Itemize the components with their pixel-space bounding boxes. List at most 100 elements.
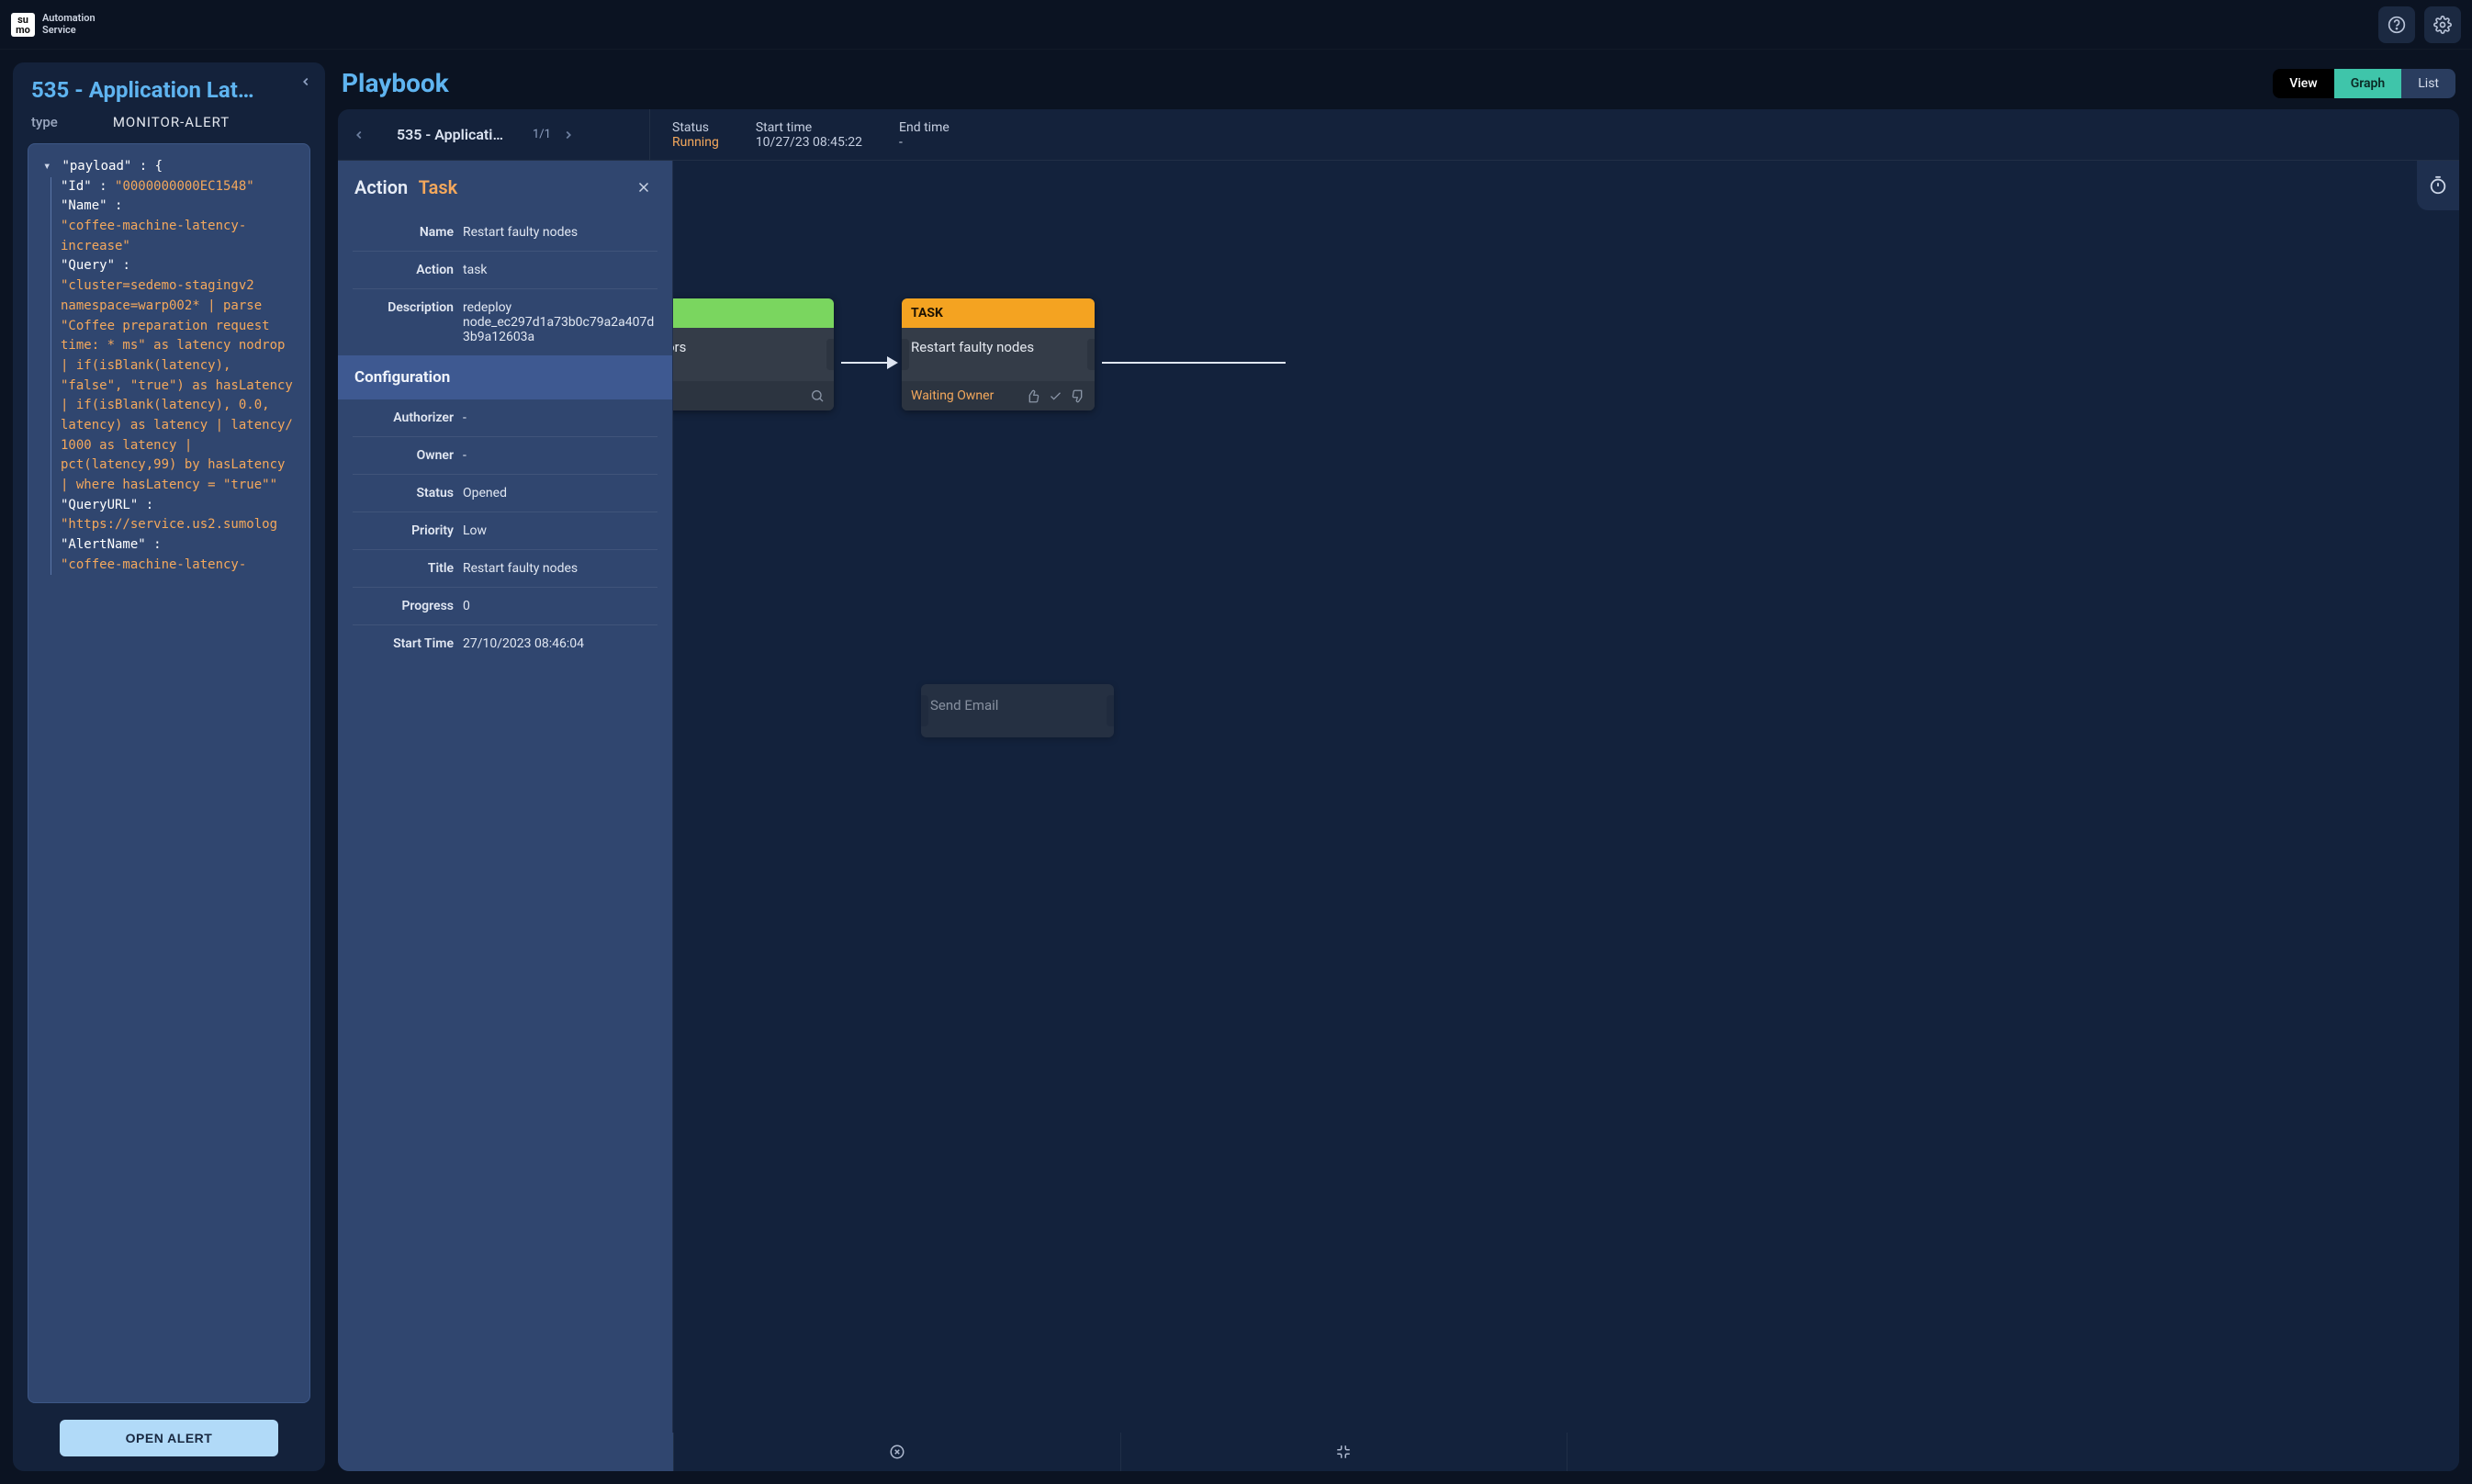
node-state: Waiting Owner	[911, 388, 994, 403]
topbar: su mo Automation Service	[0, 0, 2472, 50]
detail-row-key: Progress	[353, 599, 454, 613]
check-icon[interactable]	[1049, 389, 1062, 403]
detail-row-value: Low	[463, 523, 657, 538]
footer-spacer	[338, 1433, 673, 1471]
node-port-out[interactable]	[1087, 339, 1095, 370]
detail-row: NameRestart faulty nodes	[353, 214, 657, 252]
detail-rows-primary: NameRestart faulty nodesActiontaskDescri…	[338, 214, 672, 355]
detail-row-key: Authorizer	[353, 410, 454, 425]
playbook-footer	[338, 1433, 2459, 1471]
brand: su mo Automation Service	[11, 13, 96, 37]
payload-tree: "Id" : "0000000000EC1548""Name" :"coffee…	[51, 177, 300, 576]
main: 535 - Application Late… type MONITOR-ALE…	[0, 50, 2472, 1484]
node-port-in[interactable]	[902, 339, 909, 370]
playbook-heading: Playbook	[342, 68, 449, 98]
payload-root: ▾ "payload" : {	[43, 157, 300, 177]
detail-row-value: -	[463, 410, 657, 425]
detail-row-value: Opened	[463, 486, 657, 500]
footer-fit-button[interactable]	[1120, 1433, 1567, 1471]
view-list-tab[interactable]: List	[2401, 69, 2455, 98]
detail-row-key: Action	[353, 263, 454, 277]
status-value: Running	[672, 135, 719, 150]
graph-node-email[interactable]: Send Email	[921, 684, 1114, 737]
timeline-button[interactable]	[2417, 161, 2459, 210]
prev-playbook-button[interactable]	[351, 127, 367, 143]
help-button[interactable]	[2378, 6, 2415, 43]
detail-row-key: Name	[353, 225, 454, 240]
collapse-sidebar-button[interactable]	[294, 70, 318, 94]
detail-section-header: Configuration	[338, 355, 672, 399]
node-body: Send Email	[921, 684, 1114, 737]
status-col: Status Running	[672, 120, 719, 150]
playbook-body: errors TASK	[338, 161, 2459, 1471]
detail-header-title: Action Task	[354, 176, 457, 198]
node-header: TASK	[902, 298, 1095, 328]
detail-rows-config: Authorizer-Owner-StatusOpenedPriorityLow…	[338, 399, 672, 662]
footer-cancel-button[interactable]	[673, 1433, 1120, 1471]
chevron-left-icon	[299, 75, 312, 88]
start-time-label: Start time	[756, 120, 862, 135]
node-body: Restart faulty nodes	[902, 328, 1095, 381]
detail-row-key: Priority	[353, 523, 454, 538]
playbook-topbar: 535 - Applicati… 1/1 Status Running Star…	[338, 109, 2459, 161]
node-port-out[interactable]	[1107, 695, 1114, 726]
playbook-header: Playbook View Graph List	[338, 62, 2459, 109]
cancel-circle-icon	[889, 1444, 905, 1460]
arrow-icon	[887, 356, 898, 369]
close-icon	[635, 179, 652, 196]
brand-line2: Service	[42, 25, 96, 37]
chevron-right-icon	[562, 129, 575, 141]
alert-title: 535 - Application Late…	[13, 62, 279, 110]
node-port-in[interactable]	[921, 695, 928, 726]
detail-row: Status Opened	[353, 475, 657, 512]
playbook-status-row: Status Running Start time 10/27/23 08:45…	[650, 109, 972, 160]
task-detail-panel: Action Task NameRestart faulty nodesActi…	[338, 161, 673, 1433]
detail-header-primary: Action	[354, 176, 408, 198]
gear-icon	[2433, 16, 2452, 34]
detail-row: Start Time 27/10/2023 08:46:04	[353, 625, 657, 662]
next-playbook-button[interactable]	[560, 127, 577, 143]
footer-spacer-right	[1567, 1433, 2459, 1471]
caret-down-icon[interactable]: ▾	[43, 157, 54, 177]
thumbs-down-icon[interactable]	[1072, 389, 1085, 403]
graph-edge	[1102, 362, 1286, 364]
thumbs-up-icon[interactable]	[1026, 389, 1039, 403]
end-time-label: End time	[899, 120, 949, 135]
detail-row-value: 0	[463, 599, 657, 613]
brand-line1: Automation	[42, 13, 96, 25]
stopwatch-icon	[2428, 175, 2448, 196]
settings-button[interactable]	[2424, 6, 2461, 43]
detail-header-secondary: Task	[419, 176, 458, 198]
detail-row: TitleRestart faulty nodes	[353, 550, 657, 588]
playbook-nav: 535 - Applicati… 1/1	[338, 109, 650, 160]
brand-text: Automation Service	[42, 13, 96, 36]
detail-row-key: Description	[353, 300, 454, 344]
alert-type-value: MONITOR-ALERT	[113, 114, 230, 130]
alert-meta: type MONITOR-ALERT	[13, 110, 325, 143]
graph-edge	[841, 362, 896, 364]
detail-row: Authorizer-	[353, 399, 657, 437]
view-label: View	[2273, 69, 2334, 98]
detail-row: Priority Low	[353, 512, 657, 550]
topbar-actions	[2378, 6, 2461, 43]
payload-json-viewer[interactable]: ▾ "payload" : { "Id" : "0000000000EC1548…	[28, 143, 310, 1403]
node-footer: Waiting Owner	[902, 381, 1095, 410]
search-icon[interactable]	[810, 388, 825, 403]
node-action-icons	[1026, 389, 1085, 403]
detail-row-key: Status	[353, 486, 454, 500]
detail-row: Actiontask	[353, 252, 657, 289]
view-graph-tab[interactable]: Graph	[2334, 69, 2402, 98]
start-time-col: Start time 10/27/23 08:45:22	[756, 120, 862, 150]
close-detail-button[interactable]	[632, 175, 656, 199]
node-port-out[interactable]	[826, 339, 834, 370]
graph-node-task[interactable]: TASK Restart faulty nodes Waiting Owner	[902, 298, 1095, 410]
detail-row-value: 27/10/2023 08:46:04	[463, 636, 657, 651]
playbook-nav-title: 535 - Applicati…	[376, 126, 523, 143]
detail-row: Owner-	[353, 437, 657, 475]
detail-row: Descriptionredeploy node_ec297d1a73b0c79…	[353, 289, 657, 355]
open-alert-button[interactable]: OPEN ALERT	[60, 1420, 278, 1456]
detail-row-value: -	[463, 448, 657, 463]
help-icon	[2388, 16, 2406, 34]
detail-row-key: Start Time	[353, 636, 454, 651]
payload-root-brace: : {	[131, 159, 163, 174]
